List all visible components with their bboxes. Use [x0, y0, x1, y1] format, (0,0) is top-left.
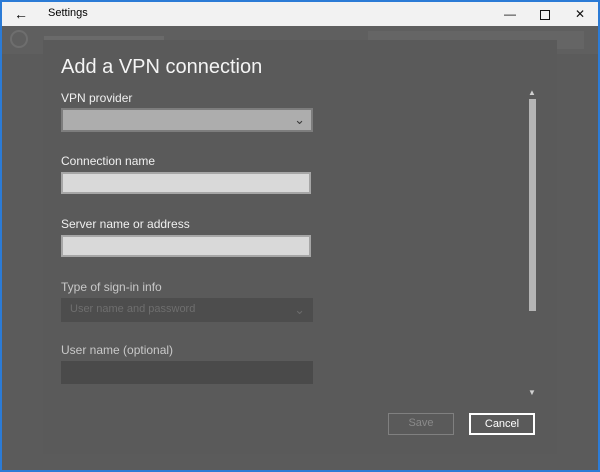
minimize-icon: —: [504, 7, 516, 21]
vpn-provider-label: VPN provider: [61, 91, 133, 105]
server-field[interactable]: [61, 235, 311, 257]
signin-type-select[interactable]: User name and password ⌄: [61, 298, 313, 322]
connection-name-label: Connection name: [61, 154, 156, 168]
cancel-button[interactable]: Cancel: [469, 413, 535, 435]
signin-type-value: User name and password: [70, 303, 196, 315]
chevron-down-icon: ⌄: [294, 112, 305, 127]
scroll-down-icon[interactable]: ▼: [527, 388, 537, 398]
back-arrow-icon[interactable]: ←: [14, 5, 28, 23]
maximize-icon: [540, 9, 550, 20]
vpn-provider-select[interactable]: ⌄: [61, 108, 313, 132]
connection-name-field[interactable]: [61, 172, 311, 194]
signin-type-label: Type of sign-in info: [61, 280, 162, 294]
server-label: Server name or address: [61, 217, 190, 231]
minimize-button[interactable]: —: [493, 2, 527, 26]
chevron-down-icon: ⌄: [294, 302, 305, 317]
maximize-button[interactable]: [528, 2, 562, 26]
close-icon: ✕: [574, 7, 586, 21]
bottom-strip: [2, 454, 598, 470]
username-label: User name (optional): [61, 343, 174, 357]
close-button[interactable]: ✕: [563, 2, 597, 26]
username-field[interactable]: [61, 361, 313, 384]
title-bar: ← Settings — ✕: [2, 2, 598, 26]
dialog-title: Add a VPN connection: [61, 56, 263, 78]
window-title: Settings: [48, 7, 88, 19]
scroll-up-icon[interactable]: ▲: [527, 88, 537, 98]
scrollbar-thumb[interactable]: [529, 99, 536, 311]
vpn-dialog: Add a VPN connection VPN provider ⌄ Conn…: [43, 40, 557, 454]
gear-icon: [10, 30, 28, 48]
save-button[interactable]: Save: [388, 413, 454, 435]
